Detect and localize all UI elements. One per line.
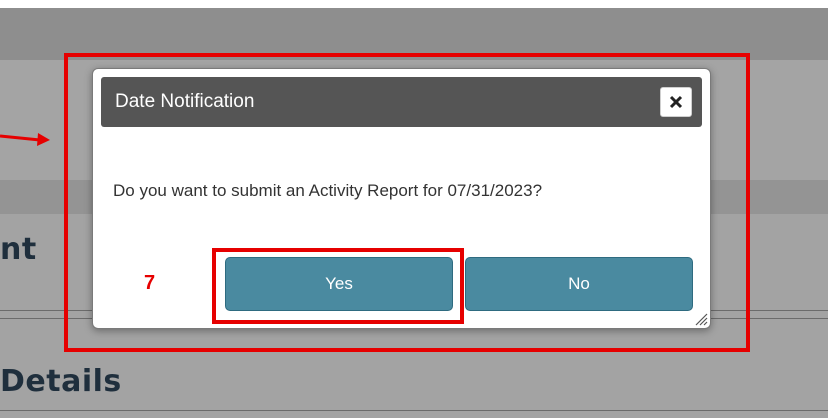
close-icon <box>669 95 683 109</box>
annotation-arrow-icon <box>0 133 50 146</box>
page-top-strip <box>0 0 828 8</box>
details-heading: Details <box>0 364 122 399</box>
no-button-label: No <box>568 274 590 293</box>
dialog-title: Date Notification <box>115 91 255 112</box>
dialog-header: Date Notification <box>101 77 702 127</box>
annotation-yes-highlight <box>212 248 464 324</box>
annotation-step-number: 7 <box>144 272 156 294</box>
no-button[interactable]: No <box>465 257 693 311</box>
section-heading-partial: nt <box>0 232 37 267</box>
close-button[interactable] <box>660 87 692 117</box>
divider-line <box>0 410 828 411</box>
dialog-message: Do you want to submit an Activity Report… <box>113 181 543 200</box>
resize-grip-icon[interactable] <box>694 312 708 326</box>
